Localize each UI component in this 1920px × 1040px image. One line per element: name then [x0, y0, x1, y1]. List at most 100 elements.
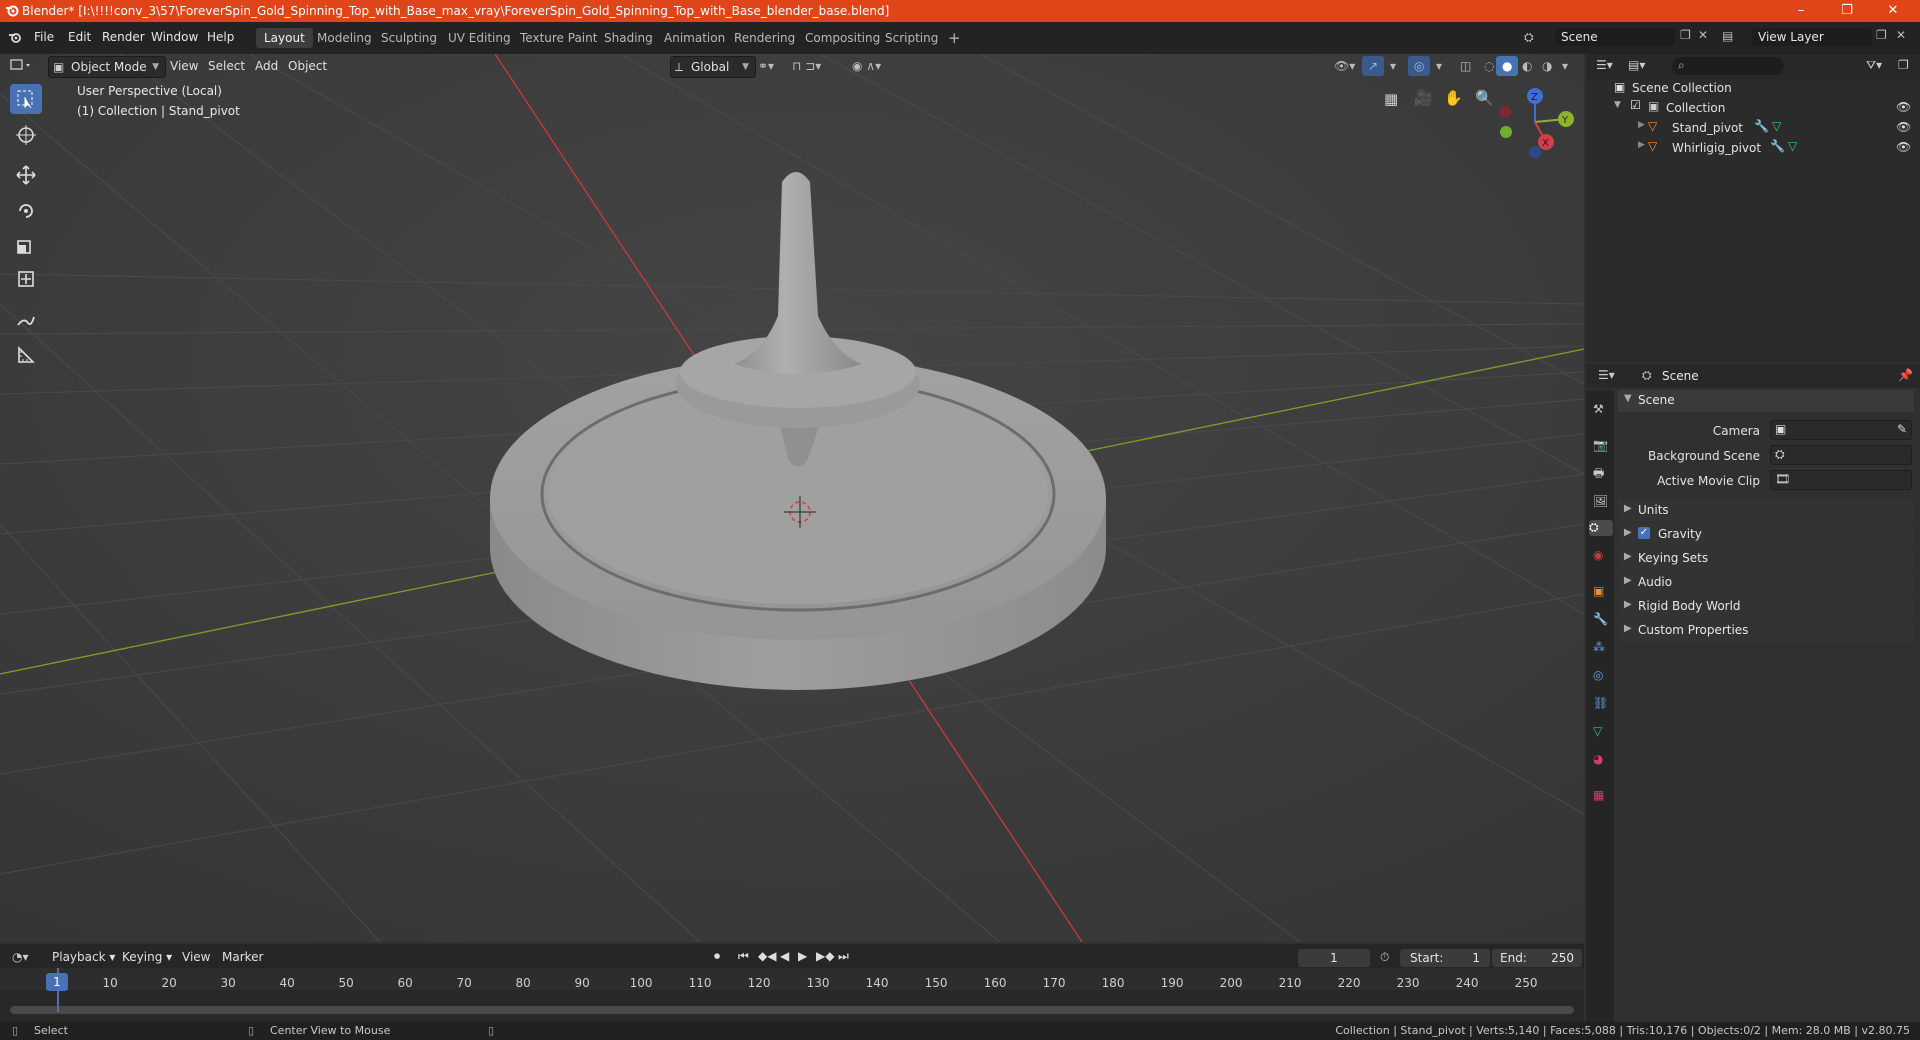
- world-tab-icon[interactable]: ◉: [1593, 548, 1609, 564]
- menu-edit[interactable]: Edit: [68, 30, 91, 44]
- scene-tab-icon[interactable]: ⛭: [1589, 520, 1613, 536]
- transform-orientation-dropdown[interactable]: ⟂ Global ▼: [670, 56, 756, 78]
- physics-tab-icon[interactable]: ◎: [1593, 668, 1609, 684]
- tab-scripting[interactable]: Scripting: [877, 28, 946, 48]
- gizmo-toggle-icon[interactable]: ↗: [1362, 56, 1385, 76]
- overlay-toggle-icon[interactable]: ◎: [1408, 56, 1431, 76]
- transform-tool[interactable]: [10, 264, 42, 294]
- menu-help[interactable]: Help: [207, 30, 234, 44]
- tab-shading[interactable]: Shading: [596, 28, 661, 48]
- active-movie-clip-field[interactable]: 🎞: [1770, 470, 1912, 490]
- timeline-menu-view[interactable]: View: [176, 947, 216, 967]
- jump-end-icon[interactable]: ⏭: [838, 949, 849, 964]
- overlay-dropdown-icon[interactable]: ▾: [1430, 56, 1448, 76]
- filter-icon[interactable]: ⛛▾: [1866, 58, 1882, 73]
- render-tab-icon[interactable]: 📷: [1593, 438, 1609, 454]
- play-reverse-icon[interactable]: ◀: [780, 949, 789, 963]
- new-scene-icon[interactable]: ❐: [1680, 28, 1691, 42]
- select-box-tool[interactable]: [10, 84, 42, 114]
- outliner-collection[interactable]: Collection: [1666, 101, 1725, 115]
- menu-file[interactable]: File: [34, 30, 54, 44]
- output-tab-icon[interactable]: 🖶: [1593, 464, 1609, 480]
- expand-arrow-icon[interactable]: ▶: [1638, 140, 1645, 150]
- modifier-wrench-icon[interactable]: 🔧: [1754, 119, 1769, 133]
- visibility-eye-icon[interactable]: 👁: [1896, 140, 1911, 154]
- outliner-editor-icon[interactable]: ☰▾: [1596, 58, 1613, 72]
- particles-tab-icon[interactable]: ⁂: [1593, 640, 1609, 656]
- viewport-menu-add[interactable]: Add: [249, 56, 284, 76]
- cursor-tool[interactable]: [10, 120, 42, 150]
- tab-animation[interactable]: Animation: [656, 28, 733, 48]
- view-layer-tab-icon[interactable]: 🖼: [1593, 494, 1609, 510]
- new-view-layer-icon[interactable]: ❐: [1876, 28, 1887, 42]
- gravity-panel[interactable]: ▶ ✓ Gravity: [1618, 524, 1914, 546]
- proportional-edit-icon[interactable]: ◉ ∧▾: [846, 56, 887, 76]
- menu-render[interactable]: Render: [102, 30, 145, 44]
- pan-hand-icon[interactable]: ✋: [1444, 89, 1463, 107]
- object-tab-icon[interactable]: ▣: [1593, 584, 1609, 600]
- rotate-tool[interactable]: [10, 196, 42, 226]
- camera-field[interactable]: ▣ ✎: [1770, 420, 1912, 440]
- move-tool[interactable]: [10, 160, 42, 190]
- constraints-tab-icon[interactable]: ⛓: [1593, 696, 1609, 712]
- data-tab-icon[interactable]: ▽: [1593, 724, 1609, 740]
- keying-sets-panel[interactable]: ▶ Keying Sets: [1618, 548, 1914, 570]
- shading-dropdown-icon[interactable]: ▾: [1556, 56, 1574, 76]
- tab-uv-editing[interactable]: UV Editing: [440, 28, 519, 48]
- outliner-scene-collection[interactable]: Scene Collection: [1632, 81, 1732, 95]
- object-mode-dropdown[interactable]: ▣ Object Mode ▼: [48, 56, 166, 78]
- snap-icon[interactable]: ⊓ ⊐▾: [786, 56, 827, 76]
- visibility-icon[interactable]: 👁▾: [1328, 56, 1361, 76]
- tool-settings-tab-icon[interactable]: ⚒: [1593, 402, 1609, 418]
- delete-scene-icon[interactable]: ✕: [1698, 28, 1708, 42]
- close-button[interactable]: ✕: [1870, 0, 1916, 22]
- annotate-tool[interactable]: [10, 306, 42, 336]
- prev-keyframe-icon[interactable]: ◆◀: [758, 949, 776, 963]
- view-layer-icon[interactable]: ▤: [1722, 29, 1733, 43]
- zoom-icon[interactable]: 🔍: [1475, 89, 1494, 107]
- jump-start-icon[interactable]: ⏮: [738, 949, 749, 964]
- maximize-button[interactable]: ❐: [1824, 0, 1870, 22]
- eyedropper-icon[interactable]: ✎: [1897, 422, 1907, 436]
- viewport-menu-select[interactable]: Select: [202, 56, 251, 76]
- pin-icon[interactable]: 📌: [1898, 368, 1913, 382]
- timeline-editor-icon[interactable]: ◔▾: [12, 950, 29, 964]
- custom-properties-panel[interactable]: ▶ Custom Properties: [1618, 620, 1914, 642]
- play-icon[interactable]: ▶: [798, 949, 807, 963]
- mesh-data-icon[interactable]: ▽: [1772, 119, 1781, 133]
- tab-rendering[interactable]: Rendering: [726, 28, 803, 48]
- scene-section-header[interactable]: ▼ Scene: [1618, 390, 1914, 412]
- material-tab-icon[interactable]: ◕: [1593, 752, 1609, 768]
- texture-tab-icon[interactable]: ▦: [1593, 788, 1609, 804]
- editor-type-icon[interactable]: [10, 56, 32, 74]
- record-icon[interactable]: ⏺: [714, 949, 720, 964]
- display-mode-icon[interactable]: ▤▾: [1628, 58, 1645, 72]
- collapse-arrow-icon[interactable]: ▼: [1614, 100, 1621, 110]
- xray-toggle-icon[interactable]: ◫: [1454, 56, 1477, 76]
- camera-view-icon[interactable]: 🎥: [1414, 89, 1433, 107]
- blender-menu-icon[interactable]: [8, 30, 22, 44]
- visibility-eye-icon[interactable]: 👁: [1896, 100, 1911, 114]
- rigid-body-world-panel[interactable]: ▶ Rigid Body World: [1618, 596, 1914, 618]
- tab-texture-paint[interactable]: Texture Paint: [512, 28, 605, 48]
- properties-editor-icon[interactable]: ☰▾: [1598, 368, 1615, 382]
- timeline-menu-keying[interactable]: Keying ▾: [116, 947, 178, 967]
- background-scene-field[interactable]: ⛭: [1770, 445, 1912, 465]
- measure-tool[interactable]: [10, 340, 42, 370]
- add-workspace-button[interactable]: +: [940, 28, 969, 48]
- new-collection-icon[interactable]: ❐: [1898, 58, 1909, 72]
- outliner-object-stand[interactable]: Stand_pivot: [1672, 121, 1743, 135]
- timeline-menu-playback[interactable]: Playback ▾: [46, 947, 121, 967]
- tab-layout[interactable]: Layout: [256, 28, 313, 48]
- tab-modeling[interactable]: Modeling: [309, 28, 380, 48]
- scale-tool[interactable]: [10, 230, 42, 260]
- scene-field[interactable]: Scene: [1555, 28, 1675, 46]
- outliner-object-whirligig[interactable]: Whirligig_pivot: [1672, 141, 1761, 155]
- gravity-checkbox[interactable]: ✓: [1638, 527, 1650, 539]
- tab-sculpting[interactable]: Sculpting: [373, 28, 445, 48]
- tab-compositing[interactable]: Compositing: [797, 28, 888, 48]
- viewport-menu-object[interactable]: Object: [282, 56, 333, 76]
- modifier-tab-icon[interactable]: 🔧: [1593, 612, 1609, 628]
- mesh-data-icon[interactable]: ▽: [1788, 139, 1797, 153]
- start-frame-field[interactable]: Start: 1: [1400, 949, 1490, 967]
